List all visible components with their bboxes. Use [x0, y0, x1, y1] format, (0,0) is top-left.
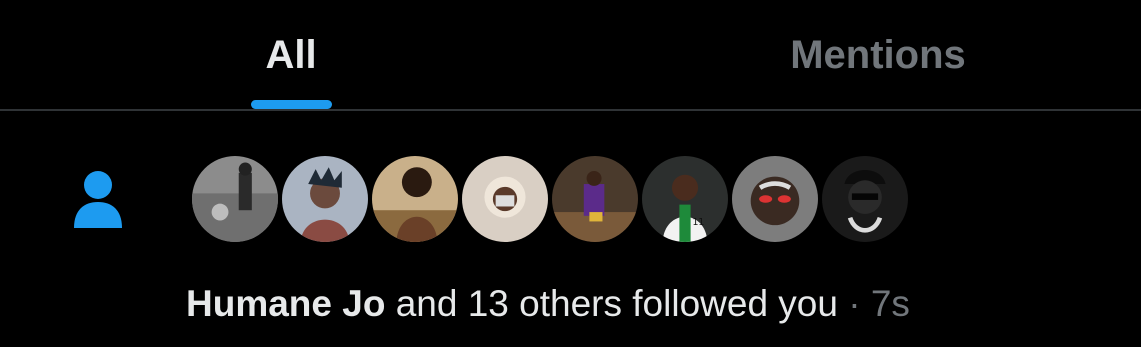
svg-text:11: 11: [692, 217, 704, 228]
avatar-8[interactable]: [819, 153, 911, 245]
avatar-2[interactable]: [279, 153, 371, 245]
avatar-5[interactable]: [549, 153, 641, 245]
person-icon: [74, 171, 122, 228]
notification-tabs: All Mentions: [0, 0, 1141, 110]
timestamp: 7s: [870, 283, 910, 324]
avatar-3[interactable]: [369, 153, 461, 245]
notification-text: Humane Jo and 13 others followed you · 7…: [186, 280, 910, 328]
tabs-divider: [0, 109, 1141, 111]
tab-all[interactable]: All: [91, 0, 491, 110]
follower-name[interactable]: Humane Jo: [186, 283, 385, 324]
tab-mentions[interactable]: Mentions: [678, 0, 1078, 110]
separator-dot: ·: [837, 283, 871, 324]
avatar-6[interactable]: 11: [639, 153, 731, 245]
notification-action: and 13 others followed you: [385, 283, 838, 324]
avatar-7[interactable]: [729, 153, 821, 245]
avatar-1[interactable]: [189, 153, 281, 245]
active-tab-indicator: [251, 100, 332, 109]
avatar-4[interactable]: [459, 153, 551, 245]
